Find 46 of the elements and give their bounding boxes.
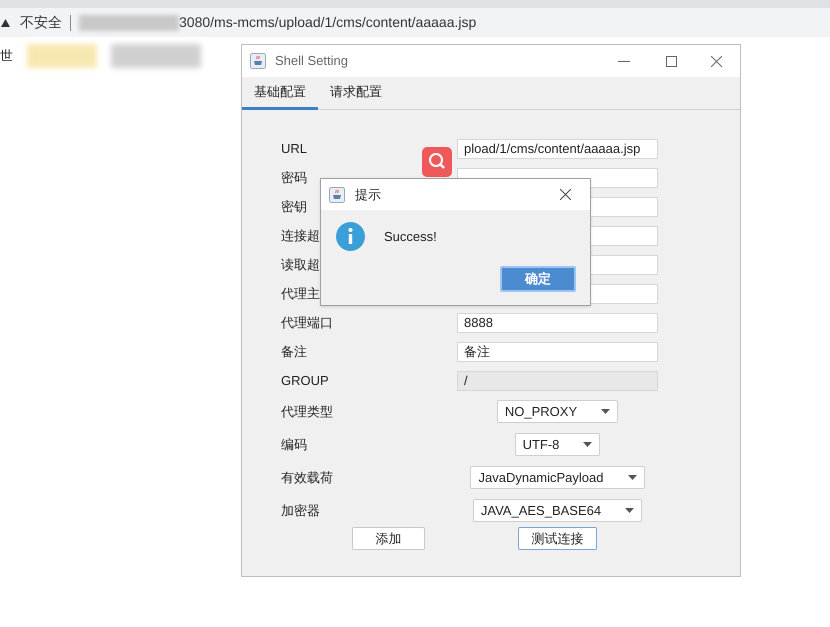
ok-button[interactable]: 确定 bbox=[500, 266, 576, 292]
dialog-title: 提示 bbox=[355, 186, 381, 204]
field-label: 密码 bbox=[281, 170, 307, 185]
tab[interactable]: 请求配置 bbox=[318, 77, 394, 110]
dropdown[interactable]: NO_PROXY bbox=[496, 400, 618, 423]
field-label: 代理主 bbox=[281, 286, 320, 301]
field-label: 连接超 bbox=[281, 228, 320, 243]
close-icon[interactable] bbox=[711, 56, 722, 66]
field-label: 有效载荷 bbox=[281, 470, 333, 485]
url-text: 3080/ms-mcms/upload/1/cms/content/aaaaa.jsp bbox=[179, 13, 476, 32]
field-label: 编码 bbox=[281, 436, 307, 452]
dropdown[interactable]: JavaDynamicPayload bbox=[470, 466, 644, 489]
app-icon bbox=[329, 186, 345, 202]
dropdown[interactable]: UTF-8 bbox=[514, 433, 600, 456]
action-button[interactable]: 测试连接 bbox=[518, 527, 597, 550]
field-label: 备注 bbox=[281, 344, 307, 359]
field-label: GROUP bbox=[281, 372, 329, 388]
field-label: 代理端口 bbox=[281, 314, 333, 330]
close-icon[interactable] bbox=[560, 189, 571, 200]
caret-icon bbox=[625, 508, 634, 513]
minimize-icon[interactable] bbox=[618, 60, 630, 62]
text-field[interactable]: pload/1/cms/content/aaaaa.jsp bbox=[457, 138, 658, 158]
address-bar[interactable]: 不安全 3080/ms-mcms/upload/1/cms/content/aaaaa.jsp bbox=[0, 8, 830, 37]
dropdown[interactable]: JAVA_AES_BASE64 bbox=[472, 499, 642, 522]
bookmark-text: 世 bbox=[0, 47, 13, 66]
dialog-message: Success! bbox=[384, 228, 437, 246]
tab[interactable]: 基础配置 bbox=[242, 77, 318, 110]
caret-icon bbox=[628, 475, 636, 480]
caret-icon bbox=[583, 442, 592, 447]
search-icon[interactable] bbox=[422, 147, 452, 177]
caret-icon bbox=[601, 409, 610, 414]
maximize-icon[interactable] bbox=[666, 56, 677, 66]
field-label: URL bbox=[281, 140, 308, 156]
app-icon bbox=[250, 53, 266, 69]
warning-icon bbox=[1, 18, 10, 26]
redacted-block bbox=[27, 44, 97, 68]
security-label: 不安全 bbox=[20, 13, 62, 32]
field-label: 密钥 bbox=[281, 198, 307, 214]
action-button[interactable]: 添加 bbox=[352, 527, 425, 550]
text-field[interactable]: 备注 bbox=[457, 342, 658, 362]
window-title: Shell Setting bbox=[275, 52, 348, 70]
text-field[interactable]: 8888 bbox=[457, 312, 658, 332]
info-icon bbox=[336, 222, 365, 251]
field-label: 加密器 bbox=[281, 502, 320, 518]
field-label: 代理类型 bbox=[281, 404, 333, 419]
field-label: 读取超 bbox=[281, 256, 320, 272]
